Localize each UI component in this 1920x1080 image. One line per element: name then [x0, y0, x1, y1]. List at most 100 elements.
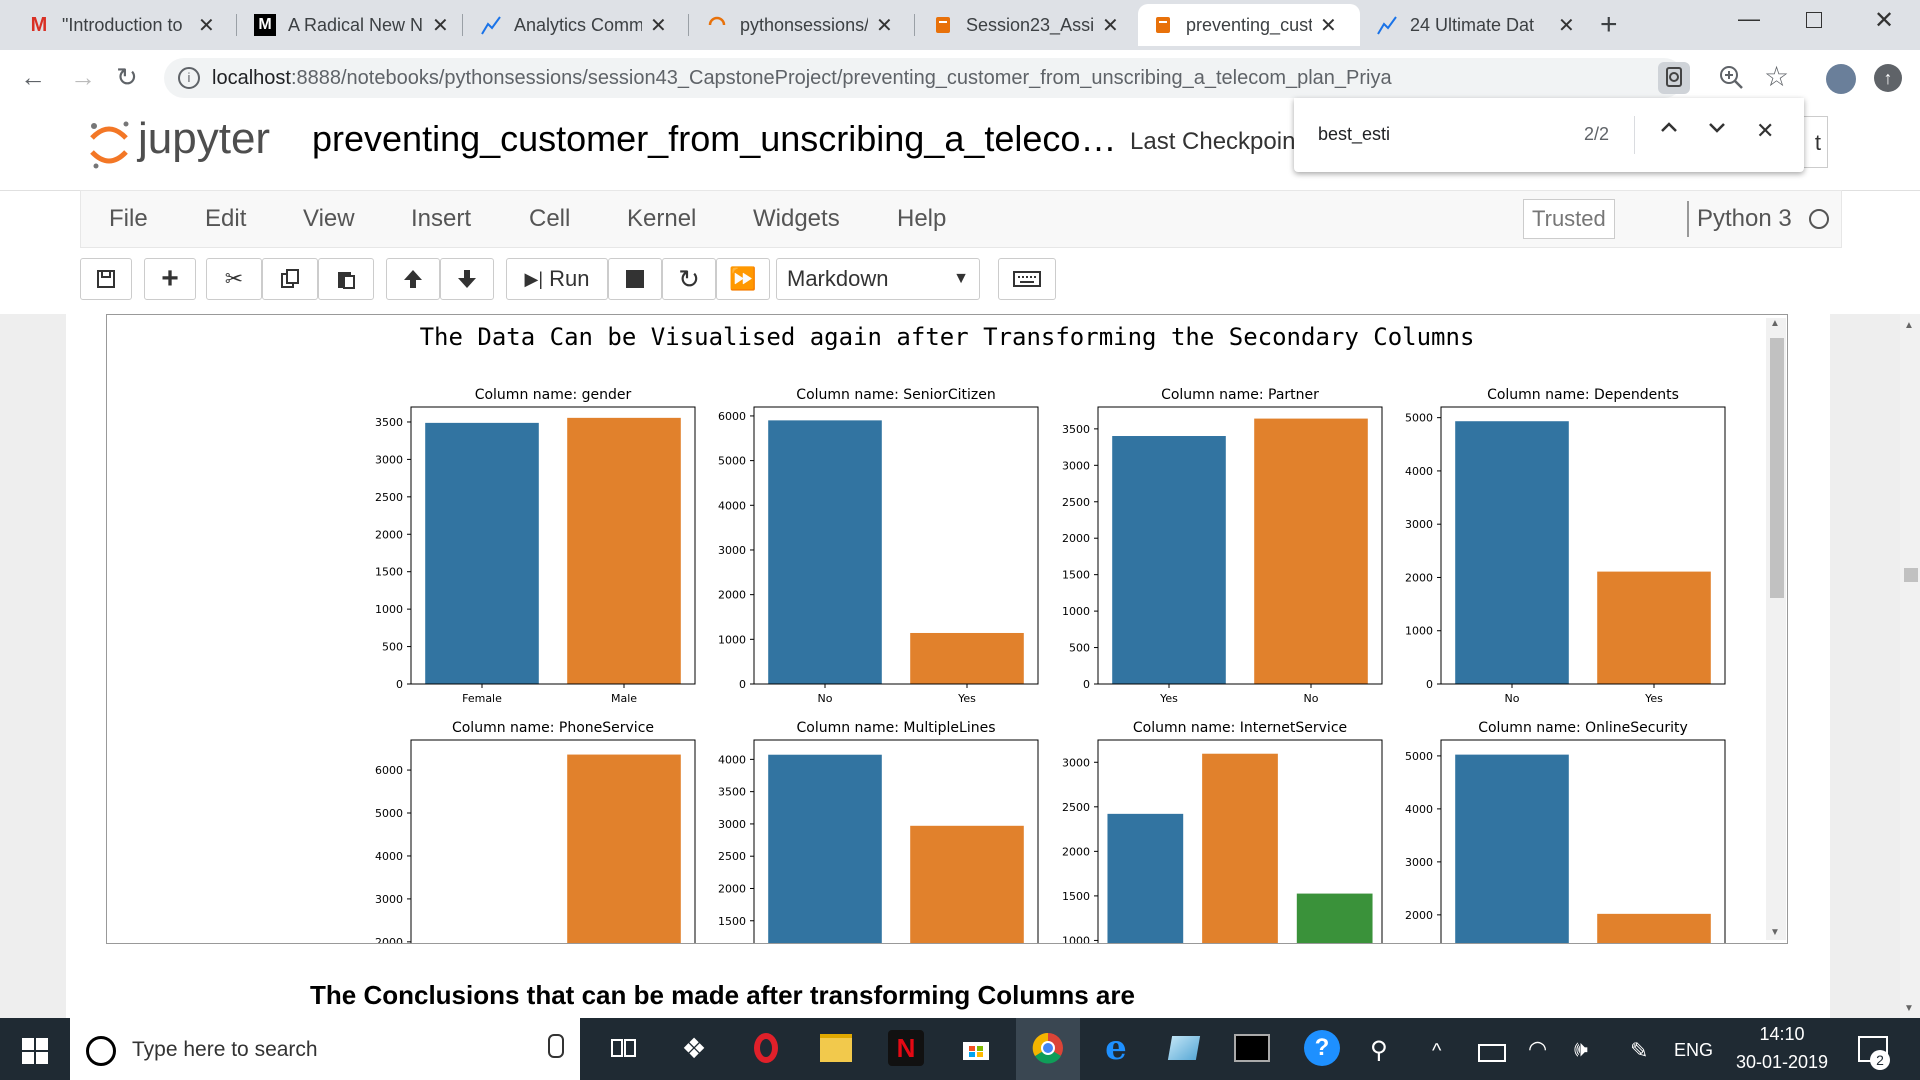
find-input[interactable]: best_esti [1318, 124, 1390, 145]
insert-cell-button[interactable]: + [144, 258, 196, 300]
browser-tab[interactable]: M A Radical New N ✕ [240, 4, 458, 46]
bookmark-star-icon[interactable]: ☆ [1764, 60, 1789, 93]
save-button[interactable] [80, 258, 132, 300]
bars-group [768, 420, 1024, 684]
profile-avatar[interactable] [1826, 64, 1856, 94]
url-field[interactable]: i localhost:8888/notebooks/pythonsession… [164, 58, 1690, 98]
reload-icon[interactable]: ↻ [116, 62, 138, 93]
windows-start-icon[interactable] [22, 1038, 48, 1069]
jupyter-logo-icon[interactable] [86, 118, 132, 177]
output-scrollbar-thumb[interactable] [1770, 338, 1784, 598]
menu-kernel[interactable]: Kernel [627, 205, 696, 233]
info-icon[interactable]: i [178, 67, 200, 89]
menu-view[interactable]: View [303, 205, 355, 233]
opera-icon[interactable] [748, 1030, 784, 1066]
y-tick-label: 1500 [375, 566, 403, 579]
store-icon[interactable] [958, 1030, 994, 1066]
people-icon[interactable]: ⚲ [1370, 1036, 1388, 1065]
close-tab-icon[interactable]: ✕ [1558, 13, 1575, 38]
browser-tab[interactable]: 24 Ultimate Dat ✕ [1362, 4, 1580, 46]
restart-run-all-button[interactable]: ⏩ [716, 258, 770, 300]
battery-icon[interactable] [1478, 1044, 1506, 1062]
scroll-down-icon[interactable]: ▼ [1770, 927, 1780, 938]
wifi-icon[interactable]: ◠ [1528, 1036, 1547, 1062]
minimize-icon[interactable]: — [1738, 6, 1760, 32]
find-close-icon[interactable]: ✕ [1756, 118, 1774, 144]
maximize-icon[interactable] [1806, 12, 1822, 28]
browser-tab[interactable]: M "Introduction to ✕ [14, 4, 232, 46]
y-tick-label: 3000 [718, 544, 746, 557]
app-icon[interactable] [1166, 1030, 1202, 1066]
find-in-page-icon[interactable] [1658, 62, 1690, 94]
dropbox-icon[interactable]: ❖ [676, 1030, 712, 1066]
y-tick-label: 1000 [1062, 934, 1090, 943]
find-previous-icon[interactable] [1658, 116, 1680, 144]
pen-icon[interactable]: ✎ [1630, 1038, 1648, 1064]
move-down-button[interactable] [440, 258, 494, 300]
edge-icon[interactable]: e [1098, 1028, 1134, 1068]
tab-title: "Introduction to [62, 14, 183, 35]
menu-widgets[interactable]: Widgets [753, 205, 840, 233]
menu-help[interactable]: Help [897, 205, 946, 233]
language-indicator[interactable]: ENG [1674, 1040, 1713, 1061]
find-next-icon[interactable] [1706, 116, 1728, 143]
new-tab-icon[interactable]: + [1600, 8, 1618, 42]
browser-tab[interactable]: pythonsessions/ ✕ [692, 4, 910, 46]
y-tick-label: 5000 [375, 807, 403, 820]
chrome-icon[interactable] [1030, 1030, 1066, 1066]
command-palette-button[interactable] [998, 258, 1056, 300]
zoom-icon[interactable] [1718, 64, 1744, 95]
cell-type-select[interactable]: Markdown ▼ [776, 258, 980, 300]
run-button[interactable]: ▶| Run [506, 258, 608, 300]
help-icon[interactable]: ? [1304, 1030, 1340, 1066]
browser-tab[interactable]: Session23_Assig ✕ [918, 4, 1136, 46]
output-cell[interactable]: The Data Can be Visualised again after T… [106, 314, 1788, 944]
page-scrollbar-thumb[interactable] [1904, 568, 1918, 582]
move-up-button[interactable] [386, 258, 440, 300]
scroll-up-icon[interactable]: ▲ [1904, 320, 1914, 331]
scroll-up-icon[interactable]: ▲ [1770, 318, 1780, 329]
bar-chart-panel: Column name: gender 0 500 1000 1500 2000 2500 3… [375, 387, 696, 705]
clock-time[interactable]: 14:10 [1738, 1024, 1826, 1045]
trusted-indicator[interactable]: Trusted [1523, 199, 1615, 239]
y-tick-label: 2500 [1062, 496, 1090, 509]
menu-file[interactable]: File [109, 205, 148, 233]
file-explorer-icon[interactable] [818, 1030, 854, 1066]
copy-icon [281, 269, 299, 288]
x-tick-label: Male [611, 692, 637, 705]
tray-expand-icon[interactable]: ^ [1432, 1040, 1441, 1063]
close-tab-icon[interactable]: ✕ [876, 13, 893, 38]
volume-icon[interactable]: 🕪 [1574, 1036, 1588, 1062]
copy-button[interactable] [262, 258, 318, 300]
close-tab-icon[interactable]: ✕ [650, 13, 667, 38]
terminal-icon[interactable] [1234, 1030, 1270, 1066]
page-scrollbar[interactable]: ▲ ▼ [1900, 314, 1920, 1018]
close-tab-icon[interactable]: ✕ [1102, 13, 1119, 38]
microphone-icon[interactable] [548, 1034, 564, 1058]
interrupt-button[interactable] [608, 258, 662, 300]
menu-insert[interactable]: Insert [411, 205, 471, 233]
cut-button[interactable]: ✂ [206, 258, 262, 300]
browser-tab-active[interactable]: preventing_cust ✕ [1138, 4, 1360, 46]
netflix-icon[interactable]: N [888, 1030, 924, 1066]
task-view-icon[interactable] [606, 1030, 642, 1066]
taskbar-search-box[interactable]: Type here to search [70, 1018, 580, 1080]
browser-tab[interactable]: Analytics Comm ✕ [466, 4, 684, 46]
close-window-icon[interactable]: ✕ [1874, 6, 1894, 35]
clock-date[interactable]: 30-01-2019 [1728, 1052, 1836, 1073]
notebook-title[interactable]: preventing_customer_from_unscribing_a_te… [312, 118, 1116, 160]
close-tab-icon[interactable]: ✕ [432, 13, 449, 38]
update-icon[interactable]: ↑ [1874, 64, 1902, 92]
menu-edit[interactable]: Edit [205, 205, 246, 233]
y-tick-label: 1000 [375, 603, 403, 616]
back-icon[interactable]: ← [20, 62, 46, 93]
close-tab-icon[interactable]: ✕ [198, 13, 215, 38]
paste-button[interactable] [318, 258, 374, 300]
forward-icon[interactable]: → [70, 62, 96, 93]
output-scrollbar[interactable]: ▲ ▼ [1766, 318, 1786, 940]
close-tab-icon[interactable]: ✕ [1320, 13, 1337, 38]
restart-button[interactable]: ↻ [662, 258, 716, 300]
scroll-down-icon[interactable]: ▼ [1904, 1003, 1914, 1014]
menu-cell[interactable]: Cell [529, 205, 570, 233]
bar [567, 754, 681, 943]
